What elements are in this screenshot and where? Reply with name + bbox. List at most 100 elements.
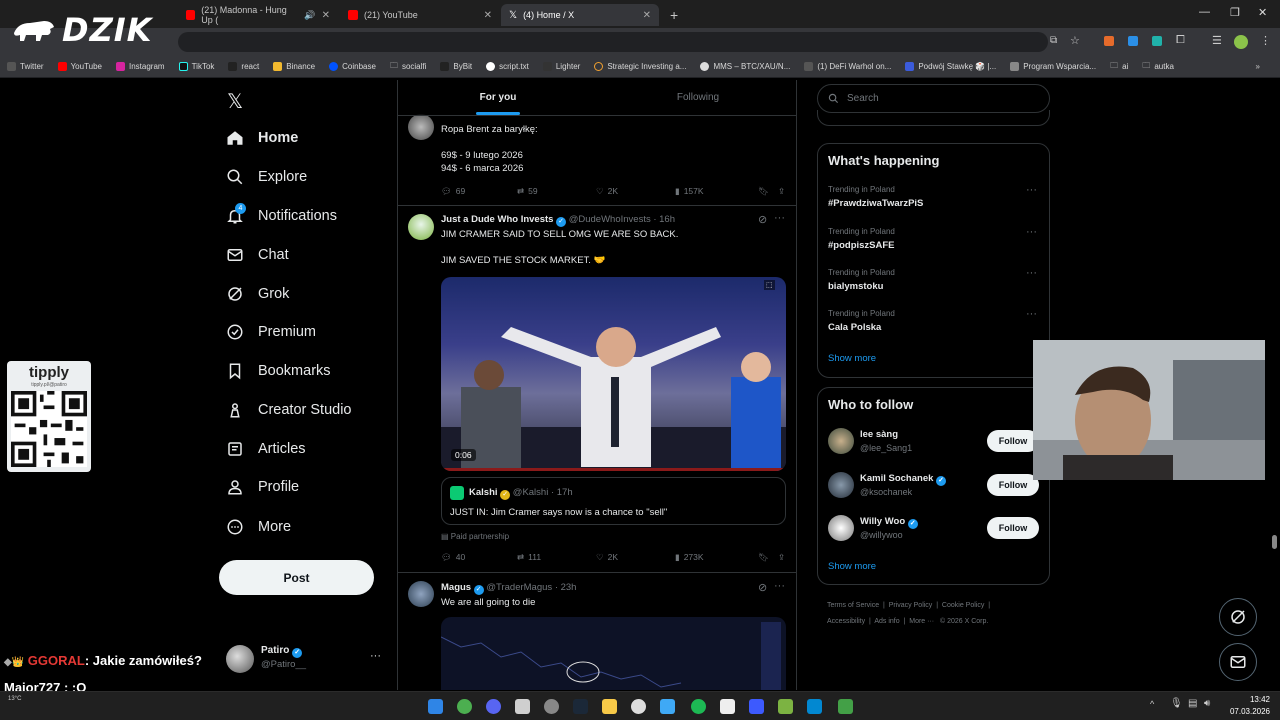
star-icon[interactable]: ☆ (1070, 34, 1080, 47)
tab-following[interactable]: Following (598, 80, 796, 115)
bookmark-defi[interactable]: (1) DeFi Warhol on... (797, 62, 898, 71)
bookmark-react[interactable]: react (221, 62, 266, 71)
extension-icon[interactable] (1128, 36, 1138, 46)
tab-for-you[interactable]: For you (398, 80, 598, 115)
tweet[interactable]: Magus ✓ @TraderMagus · 23h ⊘ ··· We are … (398, 573, 796, 690)
tab-youtube[interactable]: (21) YouTube ✕ (340, 4, 500, 26)
spotify-icon[interactable] (691, 699, 706, 714)
discord-icon[interactable] (486, 699, 501, 714)
close-icon[interactable]: ✕ (643, 10, 651, 21)
bookmark-script[interactable]: script.txt (479, 62, 536, 71)
system-clock[interactable]: 13:42 07.03.2026 (1222, 694, 1270, 718)
bookmark-podwoj[interactable]: Podwój Stawkę 🎲 |... (898, 62, 1003, 71)
close-window-icon[interactable]: ✕ (1258, 6, 1267, 19)
grok-icon[interactable]: ⊘ (758, 581, 767, 594)
x-logo-icon[interactable]: 𝕏 (227, 89, 243, 114)
profile-avatar-icon[interactable] (1234, 35, 1248, 49)
nav-creator-studio[interactable]: Creator Studio (226, 393, 352, 427)
video-progress[interactable] (441, 468, 786, 471)
quote-tweet[interactable]: Kalshi ✓ @Kalshi · 17h JUST IN: Jim Cram… (441, 477, 786, 525)
views-button[interactable]: ▮ 157K (675, 186, 758, 197)
messages-float-button[interactable] (1219, 643, 1257, 681)
nav-articles[interactable]: Articles (226, 432, 306, 466)
search-input[interactable]: Search (817, 84, 1050, 113)
url-field[interactable] (178, 32, 1048, 52)
close-icon[interactable]: ✕ (484, 10, 492, 21)
follow-suggestion[interactable]: Willy Woo ✓ @willywoo Follow (818, 511, 1049, 551)
extension-icon[interactable] (1104, 36, 1114, 46)
extension-icon[interactable] (1152, 36, 1162, 46)
more-dots-icon[interactable]: ··· (1026, 184, 1037, 196)
network-icon[interactable]: ▤ (1188, 698, 1197, 709)
author-name[interactable]: Just a Dude Who Invests (441, 214, 553, 225)
bookmarks-overflow-icon[interactable]: » (1256, 62, 1280, 71)
nav-home[interactable]: Home (226, 121, 298, 155)
views-button[interactable]: ▮ 273K (675, 552, 758, 563)
post-button[interactable]: Post (219, 560, 374, 595)
footer-link[interactable]: Privacy Policy (889, 602, 933, 609)
video-player[interactable]: ⬚ 0:06 (441, 277, 786, 471)
like-button[interactable]: ♡ 2K (596, 552, 675, 563)
settings-icon[interactable] (544, 699, 559, 714)
app-icon[interactable] (660, 699, 675, 714)
nav-grok[interactable]: Grok (226, 277, 289, 311)
footer-link[interactable]: Cookie Policy (942, 602, 984, 609)
nav-notifications[interactable]: 4 Notifications (226, 199, 337, 233)
repost-button[interactable]: ⇄ 59 (517, 186, 596, 197)
nav-premium[interactable]: Premium (226, 315, 316, 349)
bookmark-socialfi[interactable]: 🗀 socialfi (383, 60, 433, 74)
bookmark-program[interactable]: Program Wsparcia... (1003, 62, 1103, 71)
app-icon[interactable] (838, 699, 853, 714)
restore-icon[interactable]: ❐ (1230, 6, 1240, 19)
trend-item[interactable]: Trending in Poland Cala Polska ··· (818, 306, 1049, 346)
follow-button[interactable]: Follow (987, 474, 1039, 496)
tweet[interactable]: Just a Dude Who Invests ✓ @DudeWhoInvest… (398, 206, 796, 573)
tab-madonna[interactable]: (21) Madonna - Hung Up ( 🔊 ✕ (178, 4, 338, 26)
author-name[interactable]: Magus (441, 582, 471, 593)
tweet[interactable]: Ropa Brent za baryłkę: 69$ - 9 lutego 20… (398, 110, 796, 206)
close-icon[interactable]: ✕ (322, 10, 330, 21)
page-scrollbar-thumb[interactable] (1272, 535, 1277, 549)
more-dots-icon[interactable]: ··· (774, 580, 785, 592)
follow-button[interactable]: Follow (987, 430, 1039, 452)
start-icon[interactable] (428, 699, 443, 714)
bookmark-button[interactable]: 🔖︎ (758, 552, 778, 563)
trend-item[interactable]: Trending in Poland #podpiszSAFE ··· (818, 224, 1049, 264)
bookmark-tiktok[interactable]: TikTok (172, 62, 222, 71)
more-dots-icon[interactable]: ··· (1026, 267, 1037, 279)
show-more-link[interactable]: Show more (828, 353, 876, 364)
share-button[interactable]: ⇪ (778, 552, 785, 563)
bookmark-button[interactable]: 🔖︎ (758, 186, 778, 197)
menu-kebab-icon[interactable]: ⋮ (1260, 34, 1271, 47)
footer-link[interactable]: More ··· (909, 618, 934, 625)
follow-button[interactable]: Follow (987, 517, 1039, 539)
speaker-icon[interactable]: 🔊 (304, 10, 315, 21)
tray-chevron-icon[interactable]: ^ (1150, 699, 1154, 709)
bookmark-autka[interactable]: 🗀 autka (1135, 60, 1181, 74)
nav-bookmarks[interactable]: Bookmarks (226, 354, 331, 388)
footer-link[interactable]: Ads info (874, 618, 899, 625)
reply-button[interactable]: 💬︎ 40 (441, 552, 517, 563)
bookmark-instagram[interactable]: Instagram (109, 62, 172, 71)
share-button[interactable]: ⇪ (778, 186, 785, 197)
list-icon[interactable]: ☰ (1212, 34, 1222, 47)
more-dots-icon[interactable]: ··· (1026, 226, 1037, 238)
bookmark-twitter[interactable]: Twitter (0, 62, 51, 71)
puzzle-icon[interactable]: ⧠ (1176, 34, 1185, 47)
tweet-image[interactable] (441, 617, 786, 690)
show-more-link[interactable]: Show more (828, 561, 876, 572)
more-dots-icon[interactable]: ··· (1026, 308, 1037, 320)
bookmark-youtube[interactable]: YouTube (51, 62, 109, 71)
bookmark-lighter[interactable]: Lighter (536, 62, 587, 71)
bookmark-ai[interactable]: 🗀 ai (1103, 60, 1135, 74)
app-icon[interactable] (515, 699, 530, 714)
chrome-icon[interactable] (457, 699, 472, 714)
account-switcher[interactable]: Patiro ✓ @Patiro__ ··· (226, 642, 396, 676)
nav-more[interactable]: More (226, 510, 291, 544)
nav-explore[interactable]: Explore (226, 160, 307, 194)
footer-link[interactable]: Terms of Service (827, 602, 879, 609)
grok-icon[interactable]: ⊘ (758, 213, 767, 226)
app-icon[interactable] (807, 699, 822, 714)
app-icon[interactable] (720, 699, 735, 714)
bookmark-bybit[interactable]: ByBit (433, 62, 479, 71)
